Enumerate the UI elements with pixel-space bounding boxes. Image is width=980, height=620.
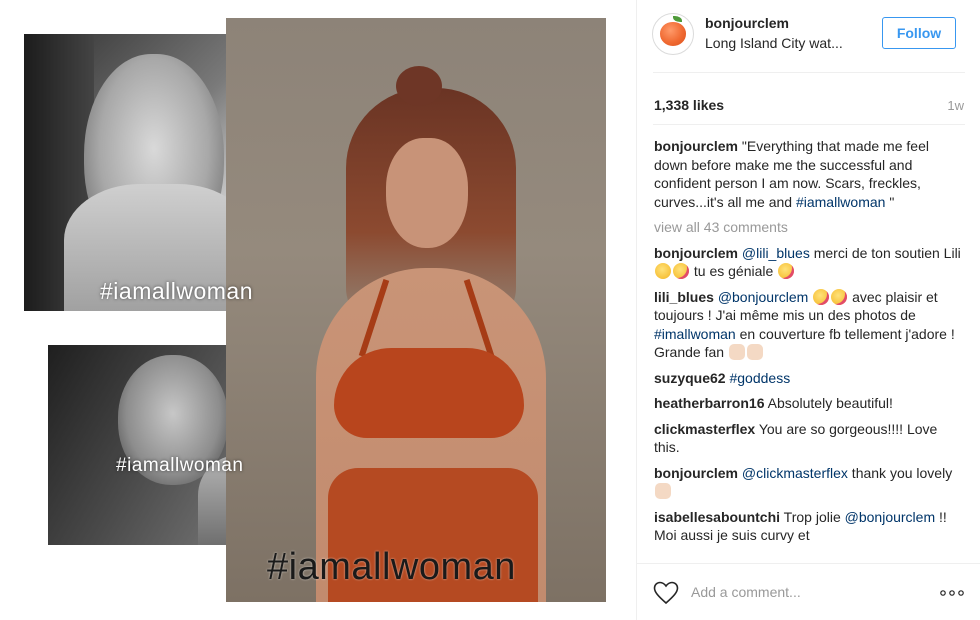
divider (653, 72, 965, 73)
header-location[interactable]: Long Island City wat... (705, 35, 843, 51)
kissing-face-emoji-icon (673, 263, 689, 279)
comment-footer (637, 563, 980, 620)
face-blowing-kiss-emoji-icon (831, 288, 848, 305)
overlay-hashtag-main: #iamallwoman (267, 546, 516, 588)
comment-item: isabellesabountchi Trop jolie @bonjourcl… (654, 508, 966, 545)
avatar[interactable] (652, 13, 694, 55)
comment-text: tu es géniale (690, 263, 778, 279)
comment-item: lili_blues @bonjourclem avec plaisir et … (654, 288, 966, 362)
comment-username[interactable]: suzyque62 (654, 370, 726, 386)
comment-text: Trop jolie (780, 508, 845, 525)
comment-mention[interactable]: @bonjourclem (718, 289, 808, 305)
divider (653, 124, 965, 125)
comment-input[interactable] (691, 580, 911, 604)
likes-count[interactable]: 1,338 likes (654, 97, 724, 113)
raised-hands-emoji-icon (655, 483, 671, 499)
clapping-hands-emoji-icon (746, 344, 763, 360)
collage-photo-main (226, 18, 606, 602)
comment-username[interactable]: bonjourclem (654, 138, 738, 154)
comment-item: suzyque62 #goddess (654, 369, 966, 388)
comment-item: heatherbarron16 Absolutely beautiful! (654, 394, 966, 413)
photo-bikini-top-shape (334, 348, 524, 438)
comment-item: clickmasterflex You are so gorgeous!!!! … (654, 420, 966, 457)
overlay-hashtag-top: #iamallwoman (100, 278, 254, 304)
comment-mention[interactable]: @lili_blues (742, 245, 810, 261)
face-blowing-kiss-emoji-icon (813, 288, 830, 305)
heart-icon[interactable] (653, 581, 679, 605)
header-username[interactable]: bonjourclem (705, 15, 789, 31)
comment-hashtag[interactable]: #goddess (729, 370, 790, 386)
view-all-comments-link[interactable]: view all 43 comments (654, 218, 966, 237)
comment-text: Absolutely beautiful! (764, 395, 893, 411)
leaf-icon (673, 16, 682, 22)
photo-face-shape (386, 138, 468, 248)
raised-hands-emoji-icon (728, 344, 745, 360)
caption: bonjourclem "Everything that made me fee… (654, 137, 966, 211)
comment-username[interactable]: clickmasterflex (654, 421, 755, 437)
post-time[interactable]: 1w (947, 98, 964, 113)
more-options-icon[interactable] (939, 590, 965, 596)
comment-mention[interactable]: @clickmasterflex (742, 465, 848, 481)
comment-hashtag[interactable]: #imallwoman (654, 326, 736, 342)
comment-item: bonjourclem @lili_blues merci de ton sou… (654, 244, 966, 281)
comment-username[interactable]: bonjourclem (654, 245, 738, 261)
post-side-panel: bonjourclem Long Island City wat... Foll… (636, 0, 980, 620)
comment-username[interactable]: heatherbarron16 (654, 395, 764, 411)
kissing-face-emoji-icon (778, 263, 795, 279)
post-header: bonjourclem Long Island City wat... Foll… (637, 0, 980, 70)
overlay-hashtag-bottom: #iamallwoman (116, 455, 244, 476)
comment-username[interactable]: bonjourclem (654, 465, 738, 481)
comment-text: thank you lovely (847, 464, 953, 481)
photo-hair-bun-shape (396, 66, 442, 106)
apple-avatar-icon (660, 16, 686, 46)
follow-button[interactable]: Follow (882, 17, 956, 49)
comment-item: bonjourclem @clickmasterflex thank you l… (654, 464, 966, 501)
post-media[interactable]: #iamallwoman #iamallwoman #iamallwoman (0, 0, 630, 620)
hugging-face-emoji-icon (655, 263, 671, 279)
caption-hashtag[interactable]: #iamallwoman (796, 194, 885, 210)
comment-username[interactable]: isabellesabountchi (654, 509, 780, 525)
comment-text: merci de ton soutien Lili (809, 244, 961, 261)
caption-text-end: " (885, 193, 895, 210)
comment-username[interactable]: lili_blues (654, 289, 714, 305)
comments-list: bonjourclem "Everything that made me fee… (654, 137, 966, 557)
comment-mention[interactable]: @bonjourclem (845, 509, 935, 525)
